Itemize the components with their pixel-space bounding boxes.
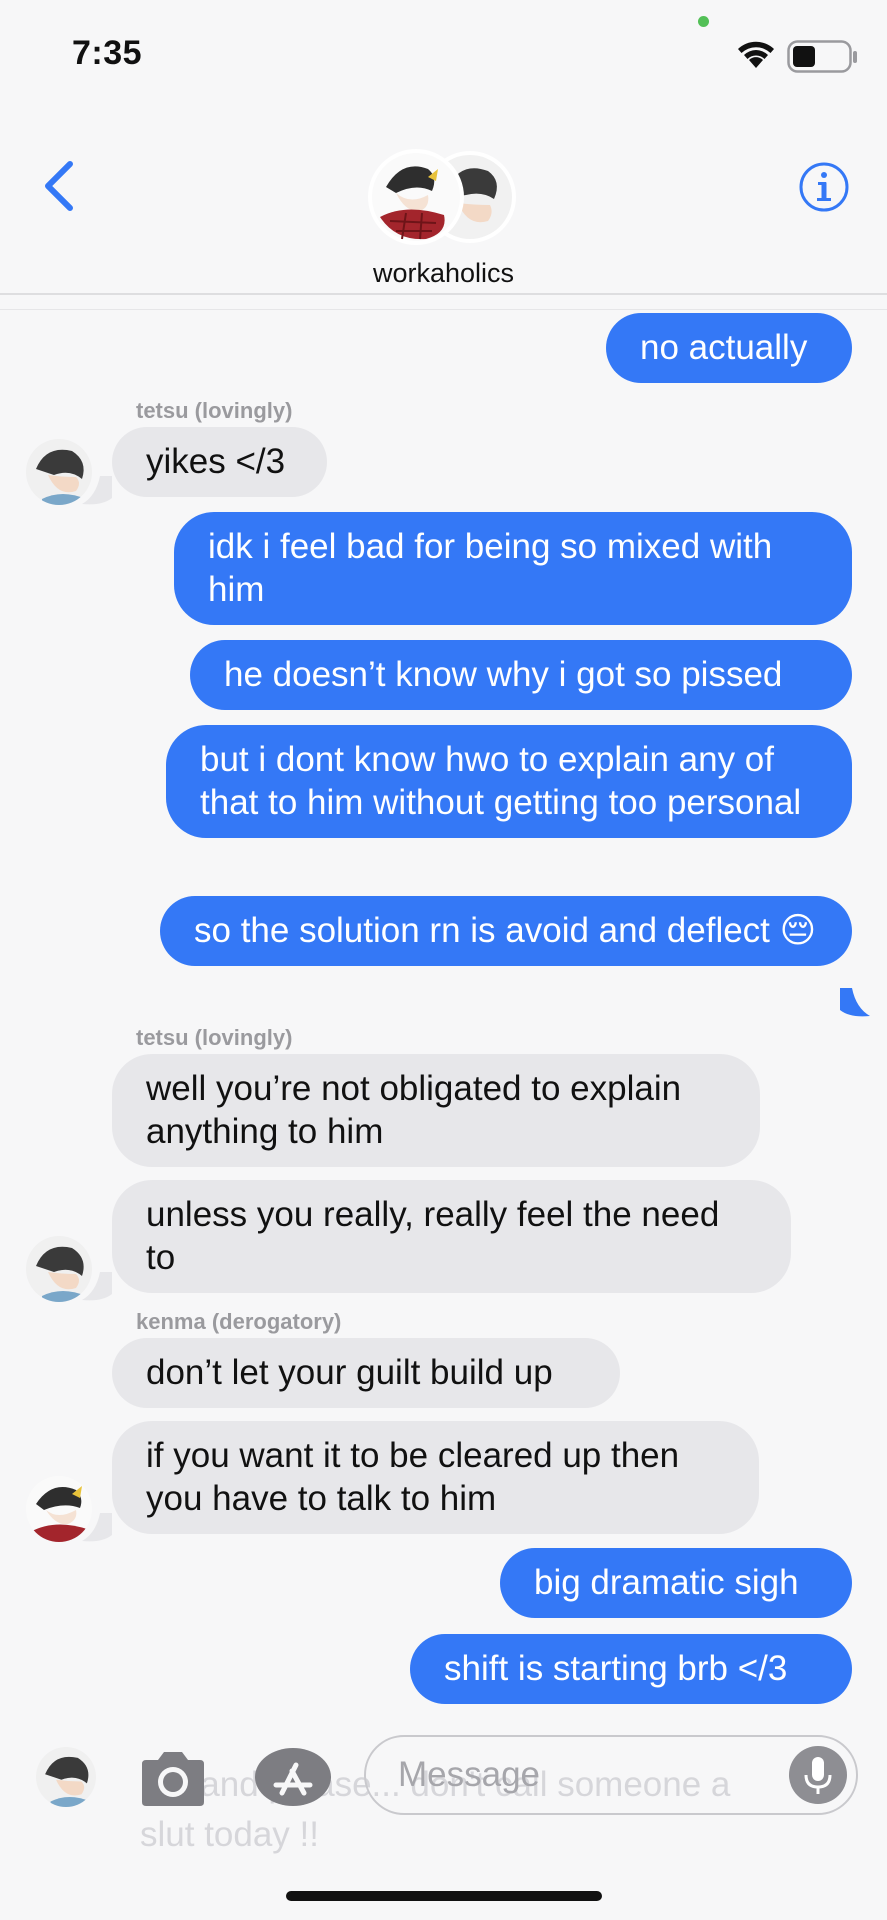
message-bubble-outgoing[interactable]: big dramatic sigh: [500, 1548, 852, 1618]
app-store-icon[interactable]: [254, 1747, 332, 1807]
memoji-avatar[interactable]: [36, 1747, 96, 1807]
microphone-icon[interactable]: [788, 1745, 848, 1805]
home-indicator: [286, 1891, 602, 1901]
sender-name: kenma (derogatory): [136, 1309, 342, 1334]
camera-icon[interactable]: [136, 1748, 210, 1808]
message-bubble-outgoing[interactable]: shift is starting brb </3: [410, 1634, 852, 1704]
message-bubble-incoming[interactable]: well you’re not obligated to explain any…: [112, 1054, 760, 1167]
message-input[interactable]: [364, 1735, 858, 1815]
battery-icon: [787, 40, 857, 73]
message-bubble-outgoing[interactable]: but i dont know hwo to explain any of th…: [166, 725, 852, 838]
message-bubble-outgoing[interactable]: no actually: [606, 313, 852, 383]
message-bubble-incoming[interactable]: yikes </3: [112, 427, 327, 497]
message-bubble-outgoing[interactable]: so the solution rn is avoid and deflect …: [160, 896, 852, 966]
message-bubble-outgoing[interactable]: he doesn’t know why i got so pissed: [190, 640, 852, 710]
group-name[interactable]: workaholics: [0, 258, 887, 289]
bubble-tail-outgoing: [840, 988, 870, 1017]
info-icon[interactable]: [798, 161, 850, 213]
back-chevron-icon[interactable]: [40, 160, 80, 212]
header-divider: [0, 293, 887, 295]
message-bubble-outgoing[interactable]: idk i feel bad for being so mixed with h…: [174, 512, 852, 625]
message-bubble-incoming[interactable]: unless you really, really feel the need …: [112, 1180, 791, 1293]
message-bubble-incoming[interactable]: don’t let your guilt build up: [112, 1338, 620, 1408]
sender-name: tetsu (lovingly): [136, 1025, 293, 1050]
sender-name: tetsu (lovingly): [136, 398, 293, 423]
status-time: 7:35: [72, 34, 143, 72]
wifi-icon: [738, 41, 774, 68]
message-bubble-incoming[interactable]: if you want it to be cleared up then you…: [112, 1421, 759, 1534]
bubble-tail-incoming: [82, 476, 112, 505]
camera-in-use-indicator: [698, 16, 709, 27]
header-divider-secondary: [0, 309, 887, 310]
bubble-tail-incoming: [82, 1513, 112, 1542]
bubble-tail-incoming: [82, 1272, 112, 1301]
group-avatar[interactable]: [366, 147, 520, 247]
